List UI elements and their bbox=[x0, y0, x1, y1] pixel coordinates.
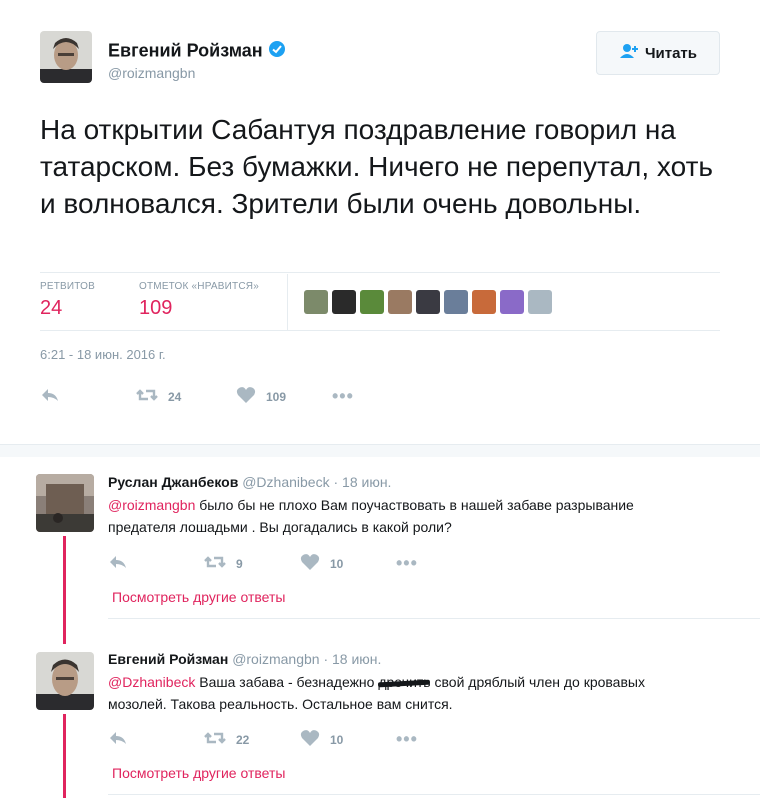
heart-icon bbox=[236, 386, 256, 407]
follow-label: Читать bbox=[644, 44, 698, 62]
reply-mention[interactable]: @roizmangbn bbox=[108, 497, 195, 513]
tweet-timestamp[interactable]: 6:21 - 18 июн. 2016 г. bbox=[40, 347, 166, 362]
reply-text: @roizmangbn было бы не плохо Вам поучаст… bbox=[108, 494, 668, 538]
like-button[interactable]: 10 bbox=[300, 729, 396, 750]
reply-date[interactable]: · 18 июн. bbox=[333, 474, 391, 490]
liker-avatar[interactable] bbox=[360, 290, 384, 314]
more-icon[interactable]: ••• bbox=[396, 729, 418, 750]
reply-separator bbox=[108, 794, 760, 795]
follow-button[interactable]: Читать bbox=[596, 31, 720, 75]
reply-separator bbox=[108, 618, 760, 619]
reply-actions: 9 10 ••• bbox=[108, 553, 418, 574]
like-count: 109 bbox=[266, 389, 287, 404]
tweet-text: На открытии Сабантуя поздравление говори… bbox=[40, 114, 713, 219]
retweet-button[interactable]: 22 bbox=[204, 730, 300, 749]
reply-icon[interactable] bbox=[40, 387, 136, 406]
section-divider bbox=[0, 444, 760, 457]
thread-line bbox=[63, 536, 66, 644]
reply-avatar[interactable] bbox=[36, 474, 94, 532]
retweets-count[interactable]: 24 bbox=[40, 297, 62, 320]
retweet-count: 24 bbox=[168, 389, 182, 404]
reply-body-part1: Ваша забава - безнадежно bbox=[195, 674, 379, 690]
liker-avatar[interactable] bbox=[444, 290, 468, 314]
more-icon[interactable]: ••• bbox=[396, 553, 418, 574]
reply-author-handle[interactable]: @Dzhanibeck bbox=[242, 474, 329, 490]
liker-avatar[interactable] bbox=[388, 290, 412, 314]
thread-line bbox=[63, 714, 66, 798]
tweet-actions: 24 109 ••• bbox=[40, 386, 354, 407]
reply-actions: 22 10 ••• bbox=[108, 729, 418, 750]
reply-author-name[interactable]: Руслан Джанбеков bbox=[108, 474, 238, 490]
retweet-button[interactable]: 24 bbox=[136, 387, 236, 406]
retweet-icon bbox=[136, 387, 158, 406]
verified-icon bbox=[268, 40, 286, 63]
liker-avatar[interactable] bbox=[416, 290, 440, 314]
add-user-icon bbox=[619, 43, 639, 63]
retweet-count: 22 bbox=[236, 732, 250, 747]
like-button[interactable]: 10 bbox=[300, 553, 396, 574]
reply-icon[interactable] bbox=[108, 554, 204, 573]
reply-avatar[interactable] bbox=[36, 652, 94, 710]
author-handle[interactable]: @roizmangbn bbox=[108, 65, 195, 81]
reply-author-handle[interactable]: @roizmangbn bbox=[232, 651, 319, 667]
retweet-button[interactable]: 9 bbox=[204, 554, 300, 573]
liker-avatar[interactable] bbox=[304, 290, 328, 314]
reply-date[interactable]: · 18 июн. bbox=[323, 651, 381, 667]
like-count: 10 bbox=[330, 556, 344, 571]
reply-text: @Dzhanibeck Ваша забава - безнадежно дро… bbox=[108, 671, 698, 715]
liker-avatar[interactable] bbox=[332, 290, 356, 314]
likes-label[interactable]: ОТМЕТОК «НРАВИТСЯ» bbox=[139, 281, 259, 292]
reply-mention[interactable]: @Dzhanibeck bbox=[108, 674, 195, 690]
retweet-icon bbox=[204, 554, 226, 573]
heart-icon bbox=[300, 729, 320, 750]
liker-avatar[interactable] bbox=[500, 290, 524, 314]
liker-avatar[interactable] bbox=[472, 290, 496, 314]
more-icon[interactable]: ••• bbox=[332, 386, 354, 407]
retweets-label[interactable]: РЕТВИТОВ bbox=[40, 281, 95, 292]
retweet-icon bbox=[204, 730, 226, 749]
stats-bottom-divider bbox=[40, 330, 720, 331]
like-count: 10 bbox=[330, 732, 344, 747]
likes-count[interactable]: 109 bbox=[139, 297, 172, 320]
likers-avatars bbox=[304, 290, 552, 314]
reply-icon[interactable] bbox=[108, 730, 204, 749]
show-more-replies-link[interactable]: Посмотреть другие ответы bbox=[112, 765, 285, 781]
like-button[interactable]: 109 bbox=[236, 386, 332, 407]
retweet-count: 9 bbox=[236, 556, 243, 571]
author-avatar[interactable] bbox=[40, 31, 92, 83]
scribbled-word: дрочить bbox=[378, 671, 430, 693]
reply-author-name[interactable]: Евгений Ройзман bbox=[108, 651, 228, 667]
show-more-replies-link[interactable]: Посмотреть другие ответы bbox=[112, 589, 285, 605]
author-name[interactable]: Евгений Ройзман bbox=[108, 40, 263, 60]
stats-divider bbox=[287, 274, 288, 330]
liker-avatar[interactable] bbox=[528, 290, 552, 314]
heart-icon bbox=[300, 553, 320, 574]
stats-top-divider bbox=[40, 272, 720, 273]
